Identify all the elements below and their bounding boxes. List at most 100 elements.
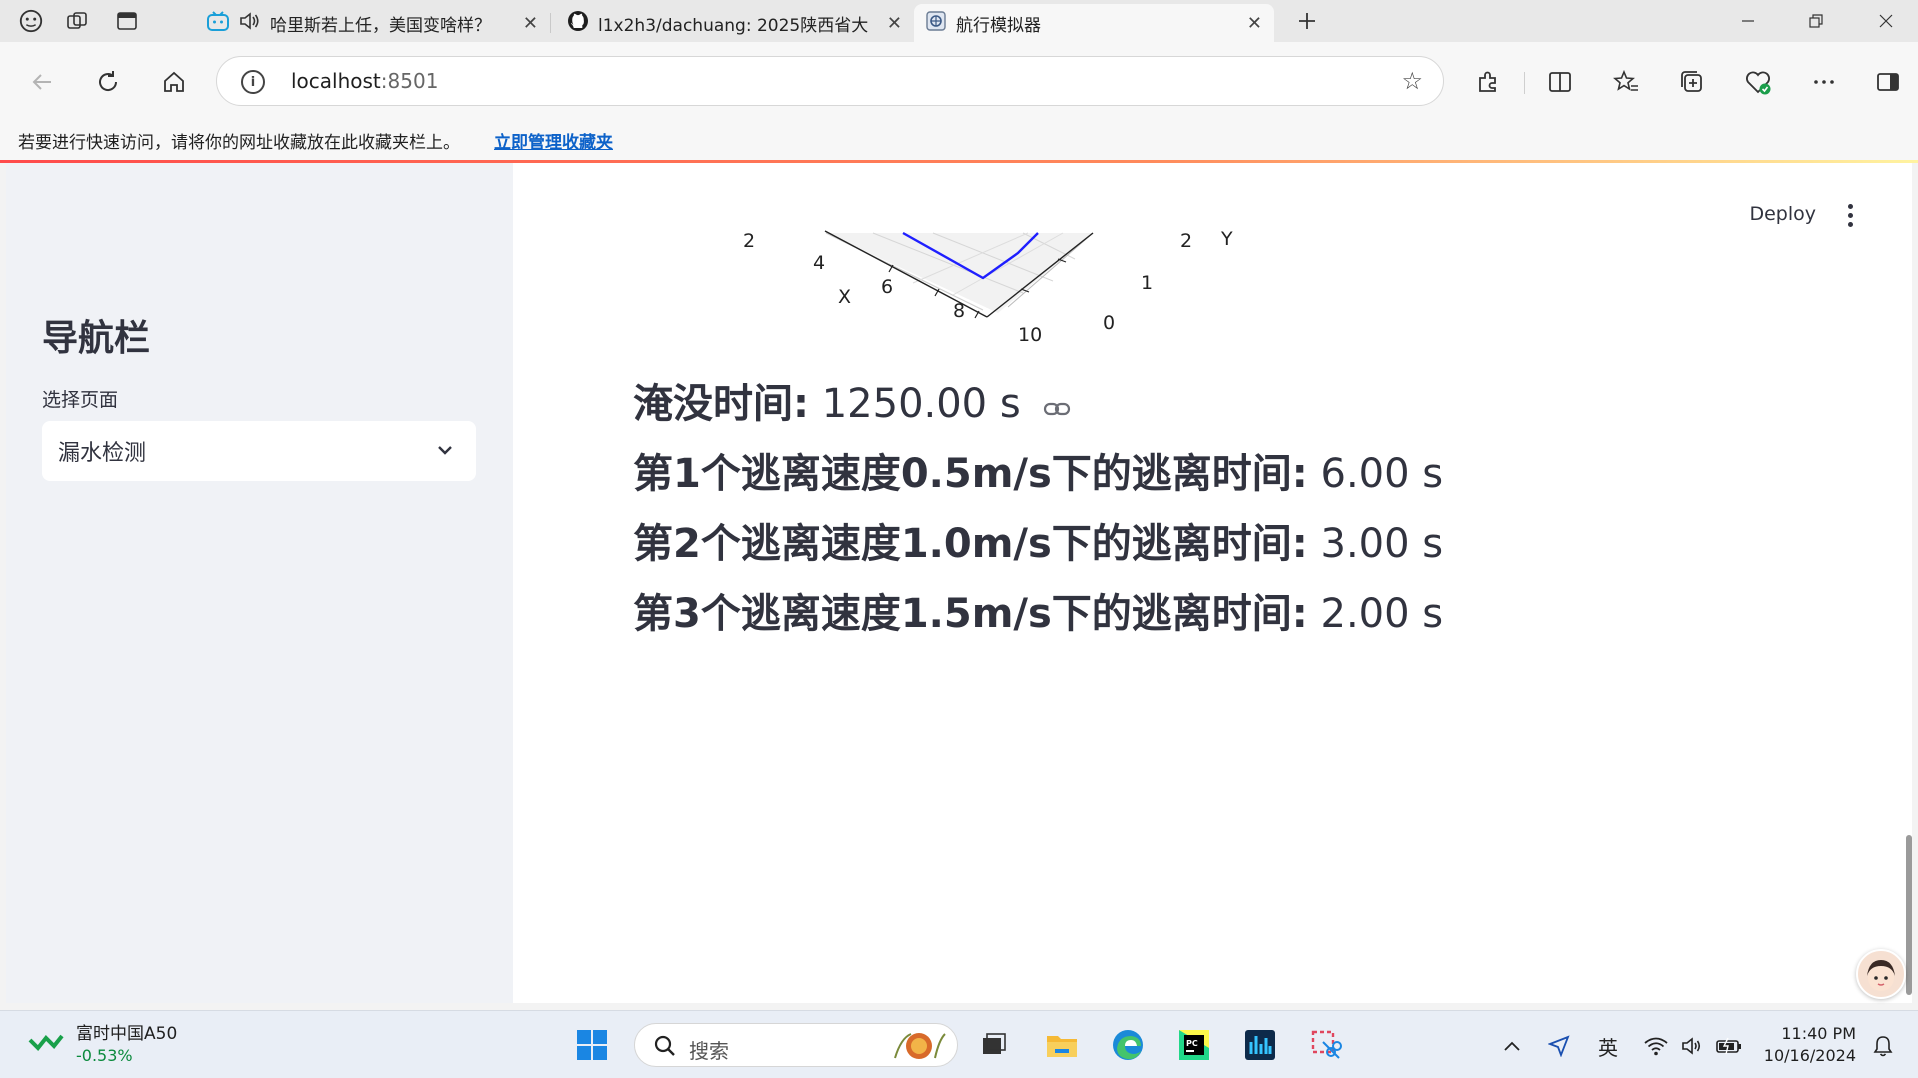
- ime-indicator[interactable]: 英: [1592, 1031, 1624, 1061]
- y-tick-label: 1: [1141, 272, 1153, 294]
- tab-bilibili[interactable]: 哈里斯若上任，美国变啥样？ ✕: [196, 4, 551, 42]
- close-tab-icon[interactable]: ✕: [1247, 13, 1262, 34]
- file-explorer-icon[interactable]: [1042, 1025, 1082, 1065]
- metric-value: 2.00 s: [1307, 591, 1444, 637]
- windows-start-icon[interactable]: [572, 1025, 612, 1065]
- tab-github[interactable]: l1x2h3/dachuang: 2025陕西省大创 ✕: [556, 4, 914, 42]
- search-placeholder: 搜索: [689, 1039, 729, 1063]
- main-content: Deploy 2 4 6 8 10 X 2 1 0 Y 淹没时间: 1250.0…: [513, 163, 1912, 1003]
- tab-title: l1x2h3/dachuang: 2025陕西省大创: [598, 15, 868, 36]
- close-window-icon[interactable]: [1866, 6, 1906, 36]
- stock-change: -0.53%: [76, 1046, 133, 1065]
- windows-taskbar: 富时中国A50 -0.53% 搜索 PC 英 11:40 PM 10/16/20…: [0, 1010, 1918, 1078]
- clock-time: 11:40 PM: [1781, 1024, 1856, 1043]
- tab-simulator[interactable]: 航行模拟器 ✕: [914, 4, 1274, 42]
- manage-favorites-link[interactable]: 立即管理收藏夹: [494, 128, 613, 153]
- x-tick-label: 2: [743, 230, 755, 252]
- y-tick-label: 2: [1180, 230, 1192, 252]
- sidebar: 导航栏 选择页面 漏水检测: [6, 163, 513, 1003]
- select-label: 选择页面: [42, 389, 119, 411]
- speaker-icon[interactable]: [238, 10, 262, 37]
- y-axis-label: Y: [1220, 228, 1233, 250]
- sidebar-toggle-icon[interactable]: [1868, 62, 1908, 102]
- taskbar-search[interactable]: 搜索: [634, 1023, 958, 1067]
- metric-label: 第2个逃离速度1.0m/s下的逃离时间:: [633, 521, 1308, 567]
- main-menu-icon[interactable]: [1838, 199, 1862, 231]
- trading-app-icon[interactable]: [1240, 1025, 1280, 1065]
- split-screen-icon[interactable]: [1540, 62, 1580, 102]
- minimize-icon[interactable]: [1728, 6, 1768, 36]
- vertical-tabs-icon[interactable]: [114, 8, 140, 34]
- x-tick-label: 8: [953, 300, 965, 322]
- taskbar-clock[interactable]: 11:40 PM 10/16/2024: [1760, 1023, 1856, 1067]
- search-icon: [653, 1034, 677, 1062]
- home-icon[interactable]: [154, 62, 194, 102]
- stock-name: 富时中国A50: [76, 1024, 178, 1044]
- refresh-icon[interactable]: [88, 62, 128, 102]
- favorites-bar: 若要进行快速访问，请将你的网址收藏放在此收藏夹栏上。 立即管理收藏夹: [0, 120, 1918, 160]
- metric-label: 淹没时间:: [633, 381, 809, 427]
- tab-title: 哈里斯若上任，美国变啥样？: [270, 15, 491, 36]
- metric-value: 1250.00 s: [809, 381, 1021, 427]
- task-view-icon[interactable]: [974, 1025, 1014, 1065]
- svg-text:PC: PC: [1186, 1039, 1198, 1048]
- tab-separator: [550, 13, 551, 33]
- address-bar[interactable]: i localhost:8501 ☆: [216, 56, 1444, 106]
- volume-icon[interactable]: [1678, 1031, 1706, 1061]
- page-select[interactable]: 漏水检测: [42, 421, 476, 481]
- page-scrollbar[interactable]: [1906, 835, 1912, 995]
- collections-icon[interactable]: [1672, 62, 1712, 102]
- x-tick-label: 6: [881, 276, 893, 298]
- snipping-tool-icon[interactable]: [1306, 1025, 1346, 1065]
- page-select-value: 漏水检测: [58, 441, 147, 466]
- escape-time-heading-1: 第1个逃离速度0.5m/s下的逃离时间: 6.00 s: [633, 441, 1443, 499]
- extensions-icon[interactable]: [1468, 62, 1508, 102]
- escape-time-heading-3: 第3个逃离速度1.5m/s下的逃离时间: 2.00 s: [633, 581, 1443, 639]
- tray-chevron-up-icon[interactable]: [1498, 1031, 1526, 1061]
- edge-icon[interactable]: [1108, 1025, 1148, 1065]
- metric-value: 6.00 s: [1307, 451, 1444, 497]
- favorites-icon[interactable]: [1606, 62, 1646, 102]
- streamlit-page-icon: [924, 9, 948, 38]
- profile-icon[interactable]: [18, 8, 44, 34]
- close-tab-icon[interactable]: ✕: [887, 13, 902, 34]
- browser-toolbar: i localhost:8501 ☆: [0, 42, 1918, 120]
- workspaces-icon[interactable]: [64, 8, 90, 34]
- metric-label: 第1个逃离速度0.5m/s下的逃离时间:: [633, 451, 1308, 497]
- favorite-star-icon[interactable]: ☆: [1401, 67, 1423, 95]
- stock-widget[interactable]: 富时中国A50 -0.53%: [28, 1023, 177, 1067]
- github-icon: [566, 9, 590, 38]
- restore-icon[interactable]: [1796, 6, 1836, 36]
- metric-label: 第3个逃离速度1.5m/s下的逃离时间:: [633, 591, 1308, 637]
- link-icon[interactable]: [1043, 383, 1071, 429]
- clock-date: 10/16/2024: [1763, 1046, 1856, 1065]
- url-host: localhost: [291, 69, 381, 93]
- streamlit-app: 导航栏 选择页面 漏水检测 Deploy 2 4 6 8 10 X 2 1 0 …: [6, 163, 1912, 1003]
- browser-essentials-icon[interactable]: [1738, 62, 1778, 102]
- submerge-time-heading: 淹没时间: 1250.00 s: [633, 371, 1071, 429]
- x-axis-label: X: [838, 286, 851, 308]
- more-options-icon[interactable]: [1804, 62, 1844, 102]
- close-tab-icon[interactable]: ✕: [523, 13, 538, 34]
- deploy-button[interactable]: Deploy: [1749, 203, 1816, 225]
- x-tick-label: 10: [1018, 324, 1042, 346]
- back-icon[interactable]: [22, 62, 62, 102]
- url-port: :8501: [380, 69, 439, 93]
- search-highlight-icon: [889, 1028, 949, 1064]
- favorites-hint: 若要进行快速访问，请将你的网址收藏放在此收藏夹栏上。: [18, 133, 460, 153]
- location-icon[interactable]: [1544, 1031, 1574, 1061]
- escape-time-heading-2: 第2个逃离速度1.0m/s下的逃离时间: 3.00 s: [633, 511, 1443, 569]
- site-info-icon[interactable]: i: [241, 70, 265, 94]
- tab-title: 航行模拟器: [956, 15, 1041, 36]
- battery-charging-icon[interactable]: [1712, 1031, 1746, 1061]
- url-text: localhost:8501: [291, 69, 438, 93]
- chevron-down-icon: [434, 439, 456, 465]
- assistant-avatar[interactable]: [1856, 949, 1906, 999]
- stock-chart-icon: [28, 1028, 64, 1062]
- new-tab-icon[interactable]: [1294, 8, 1320, 34]
- metric-value: 3.00 s: [1307, 521, 1444, 567]
- pycharm-icon[interactable]: PC: [1174, 1025, 1214, 1065]
- notification-bell-icon[interactable]: [1868, 1031, 1898, 1061]
- sidebar-title: 导航栏: [42, 318, 151, 359]
- wifi-icon[interactable]: [1640, 1031, 1672, 1061]
